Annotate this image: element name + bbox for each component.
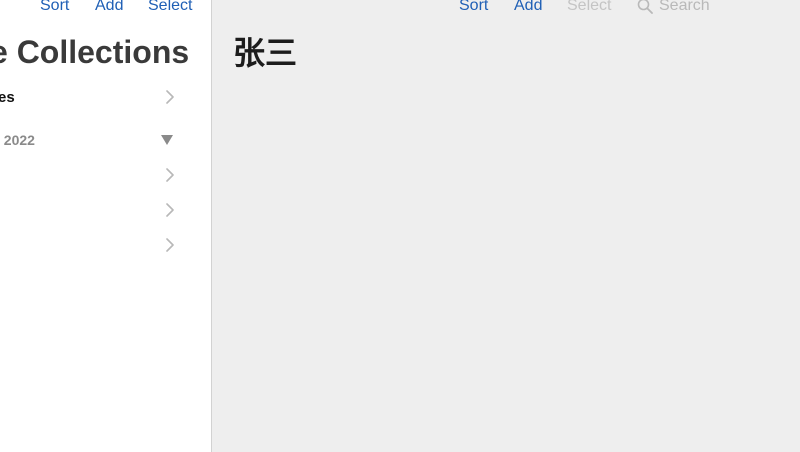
search-placeholder: Search [659, 0, 710, 14]
sidebar-section-label: / 2022 [0, 132, 35, 148]
chevron-right-icon [166, 168, 174, 182]
triangle-down-icon[interactable] [160, 134, 174, 146]
chevron-right-icon [166, 203, 174, 217]
sidebar-title: e Collections [0, 34, 190, 70]
detail-select-button[interactable]: Select [567, 0, 611, 16]
detail-pane [212, 0, 800, 452]
magnifying-glass-icon [637, 0, 653, 14]
chevron-right-icon [166, 90, 174, 104]
sidebar-add-button[interactable]: Add [95, 0, 123, 16]
sidebar-select-button[interactable]: Select [148, 0, 192, 16]
sidebar-section-item[interactable] [0, 160, 211, 190]
sidebar: Sort Add Select e Collections es / 2022 [0, 0, 212, 452]
detail-sort-button[interactable]: Sort [459, 0, 488, 16]
chevron-right-icon [166, 238, 174, 252]
sidebar-section-item[interactable] [0, 230, 211, 260]
sidebar-item-label: es [0, 89, 15, 106]
search-field[interactable]: Search [637, 0, 710, 16]
sidebar-item[interactable]: es [0, 82, 211, 112]
page-title: 张三 [233, 34, 298, 72]
sidebar-sort-button[interactable]: Sort [40, 0, 69, 16]
sidebar-section-item[interactable] [0, 195, 211, 225]
detail-add-button[interactable]: Add [514, 0, 542, 16]
sidebar-section-header[interactable]: / 2022 [0, 125, 211, 155]
